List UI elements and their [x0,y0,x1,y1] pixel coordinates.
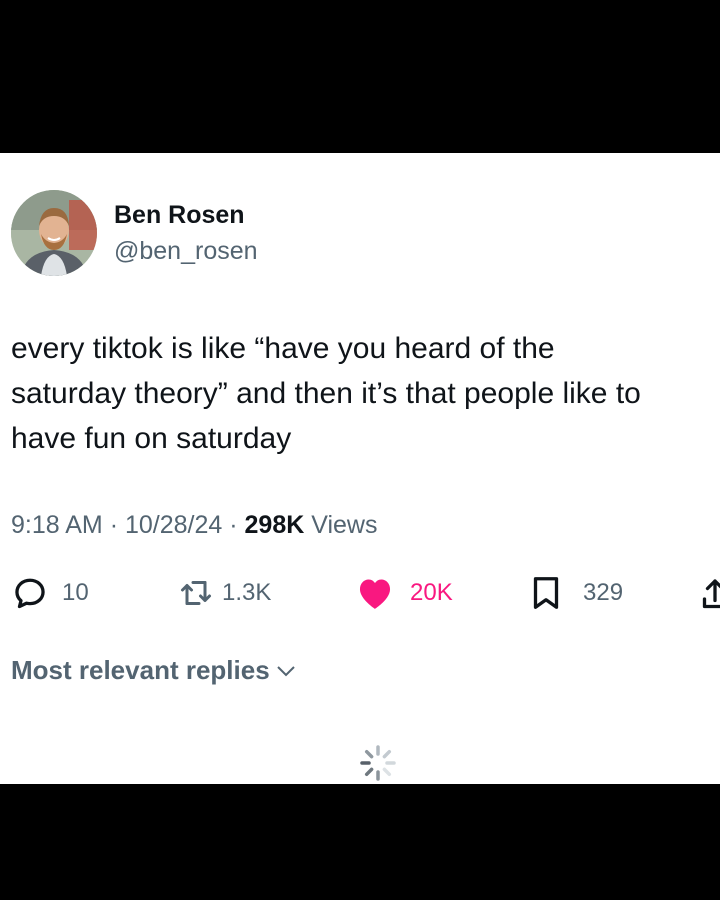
repost-count: 1.3K [222,579,272,606]
replies-sort-dropdown[interactable]: Most relevant replies [11,655,296,686]
bookmark-icon [533,577,559,609]
views-label: Views [311,511,378,539]
repost-icon [181,581,211,605]
meta-separator: · [229,511,245,539]
replies-sort-label: Most relevant replies [11,655,270,685]
bookmark-count: 329 [583,579,624,606]
tweet-date[interactable]: 10/28/24 [125,511,222,539]
bookmark-button[interactable]: 329 [531,571,623,615]
reply-count: 10 [62,579,89,606]
views-count: 298K [244,511,305,539]
like-button[interactable]: 20K [356,571,453,615]
meta-separator: · [109,511,125,539]
chevron-down-icon [276,665,295,676]
avatar[interactable] [11,190,97,276]
loading-spinner-icon [360,745,396,781]
heart-filled-icon [359,579,391,609]
tweet-text-line: every tiktok is like “have you heard of … [11,332,555,365]
reply-icon [15,578,45,609]
tweet-meta: 9:18 AM · 10/28/24 · 298K Views [11,511,378,540]
author-name[interactable]: Ben Rosen [114,201,245,230]
reply-button[interactable]: 10 [12,571,89,615]
share-icon [702,579,720,609]
tweet-time[interactable]: 9:18 AM [11,511,103,539]
like-count: 20K [410,579,453,606]
share-button[interactable] [700,571,720,615]
repost-button[interactable]: 1.3K [178,571,271,615]
tweet-text-line: saturday theory” and then it’s that peop… [11,377,641,410]
author-handle[interactable]: @ben_rosen [114,237,258,266]
tweet-actions: 10 1.3K 20K 329 [0,571,720,615]
avatar-photo [11,190,97,276]
tweet-text-line: have fun on saturday [11,422,292,455]
tweet-card: Ben Rosen @ben_rosen every tiktok is lik… [0,153,720,784]
tweet-text: every tiktok is like “have you heard of … [11,326,720,461]
